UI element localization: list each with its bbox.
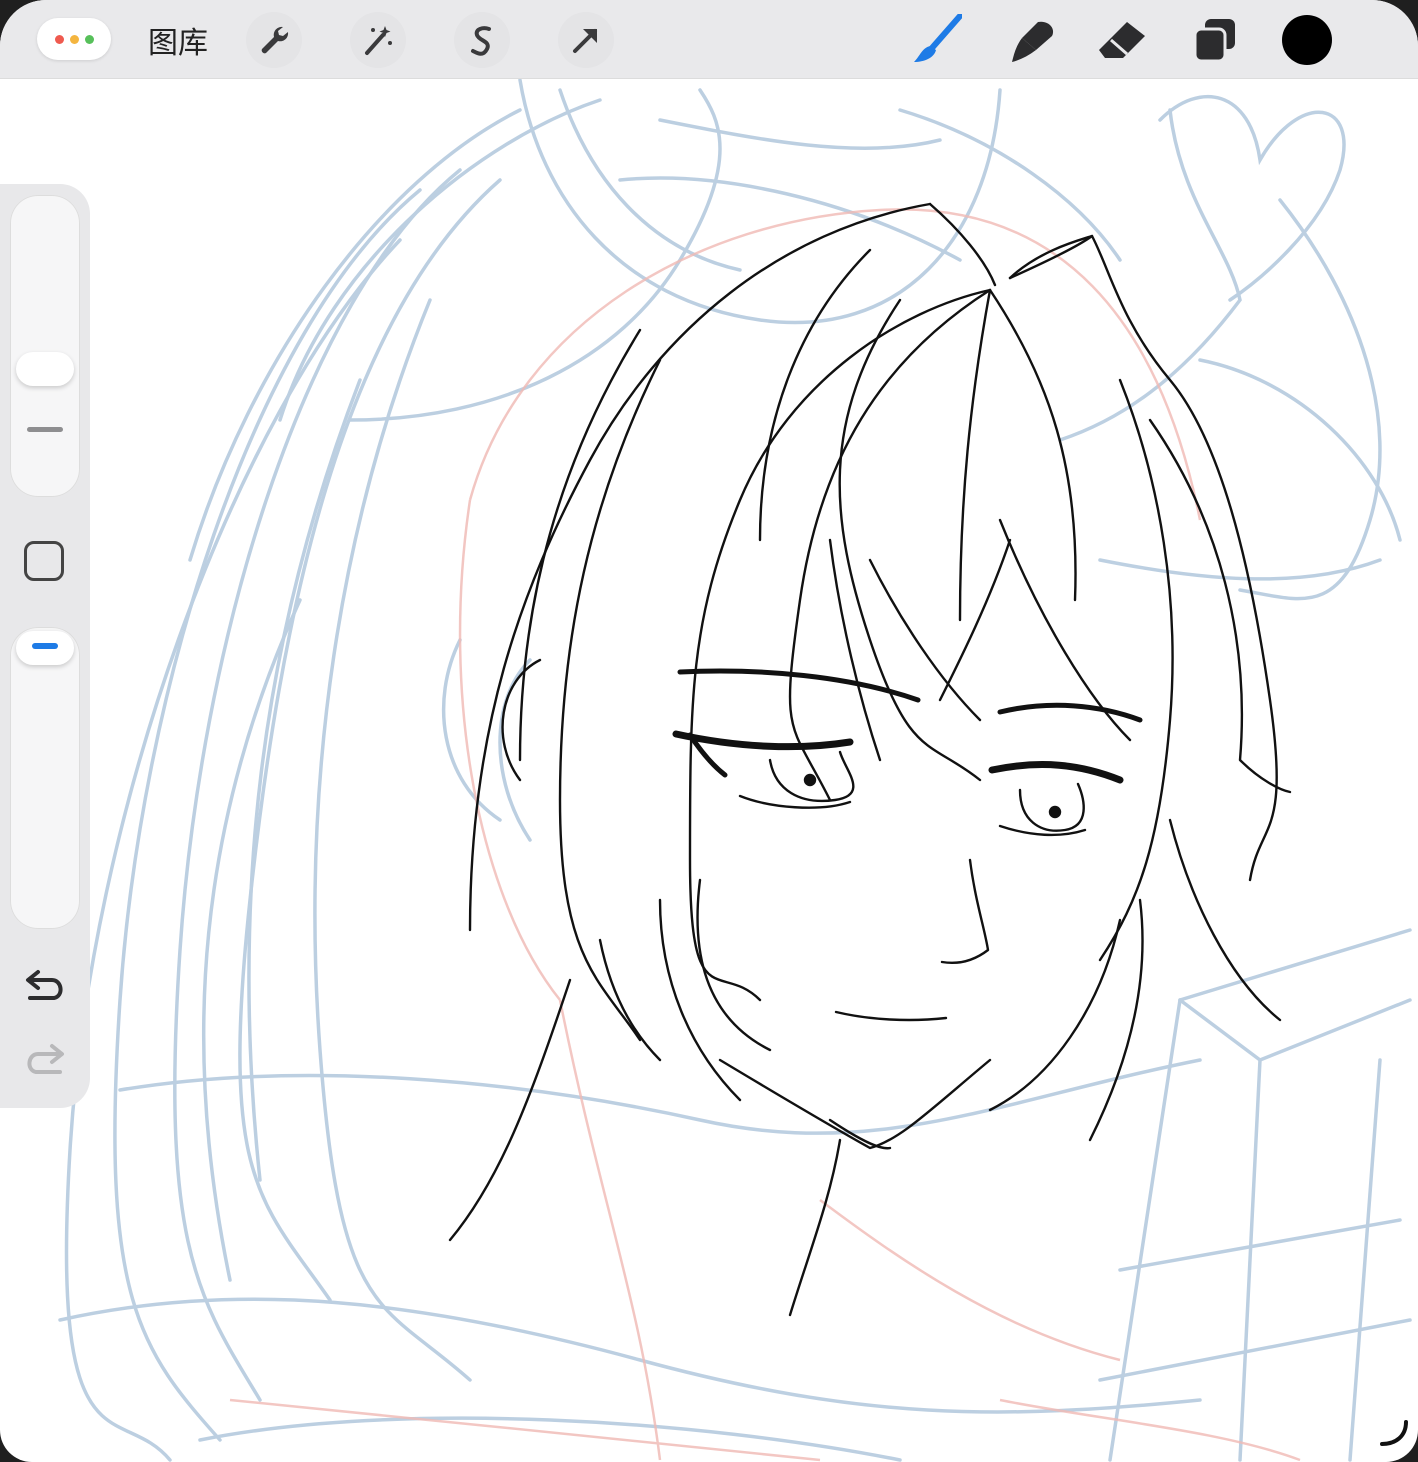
gallery-button[interactable]: 图库 [140, 12, 216, 68]
close-dot[interactable] [54, 34, 64, 44]
brush-size-indicator [27, 427, 63, 432]
smudge-tool-button[interactable] [1004, 12, 1060, 68]
opacity-indicator [32, 643, 58, 649]
color-swatch [1282, 15, 1332, 65]
sidebar [0, 184, 90, 1108]
drawing-canvas[interactable] [0, 0, 1418, 1462]
smudge-icon [1012, 21, 1054, 62]
sketch-layer [58, 78, 1412, 1462]
redo-arrow-icon[interactable] [22, 1042, 68, 1082]
modify-square-button[interactable] [24, 541, 64, 581]
layers-icon [1193, 19, 1235, 63]
opacity-thumb[interactable] [16, 631, 74, 665]
brush-size-slider[interactable] [10, 195, 80, 497]
maximize-dot[interactable] [84, 34, 94, 44]
wrench-icon [261, 26, 289, 54]
top-toolbar: 图库 [0, 0, 1418, 79]
undo-arrow-icon[interactable] [22, 968, 68, 1008]
eraser-tool-button[interactable] [1094, 12, 1150, 68]
brush-tool-button[interactable] [908, 12, 964, 68]
transform-arrow-icon [573, 29, 597, 53]
minimize-dot[interactable] [69, 34, 79, 44]
lineart-layer [448, 202, 1292, 1317]
brush-size-thumb[interactable] [16, 352, 74, 386]
opacity-slider[interactable] [10, 627, 80, 929]
actions-button[interactable] [246, 12, 302, 68]
layers-button[interactable] [1186, 12, 1242, 68]
transform-button[interactable] [558, 12, 614, 68]
brush-icon [914, 14, 962, 62]
magic-wand-icon [365, 26, 392, 55]
adjustments-button[interactable] [350, 12, 406, 68]
procreate-app: 图库 [0, 0, 1418, 1462]
selection-s-icon [471, 26, 491, 56]
color-button[interactable] [1278, 12, 1336, 68]
window-controls-button[interactable] [37, 18, 111, 60]
selection-button[interactable] [454, 12, 510, 68]
eraser-icon [1099, 22, 1145, 58]
canvas-corner-handle[interactable] [1380, 1420, 1410, 1450]
